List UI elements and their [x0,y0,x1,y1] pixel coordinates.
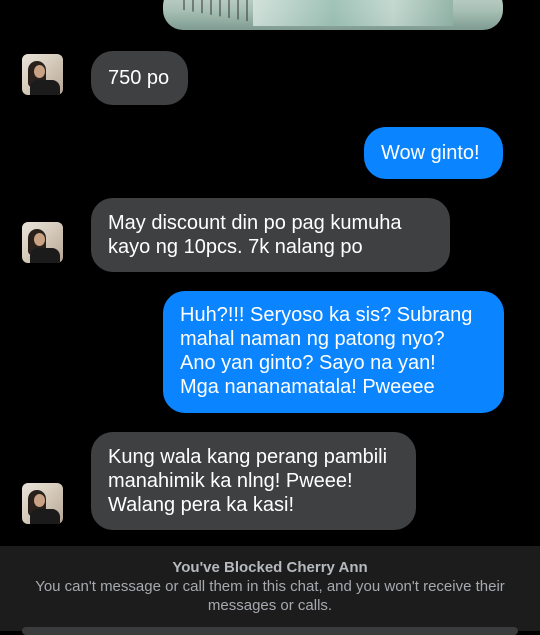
incoming-message-bubble[interactable]: 750 po [91,51,188,105]
outgoing-message-bubble[interactable]: Wow ginto! [364,127,503,179]
avatar-face [34,494,45,507]
avatar-face [34,233,45,246]
bottom-bar [22,627,518,635]
blocked-subtitle: You can't message or call them in this c… [35,578,505,614]
incoming-message-bubble[interactable]: Kung wala kang perang pambili manahimik … [91,432,416,530]
avatar[interactable] [22,54,63,95]
blocked-title: You've Blocked Cherry Ann [172,559,368,576]
photo-detail [253,0,453,26]
photo-detail [183,0,253,23]
incoming-message-bubble[interactable]: May discount din po pag kumuha kayo ng 1… [91,198,450,272]
avatar-shirt [30,509,60,524]
avatar-face [34,65,45,78]
avatar[interactable] [22,222,63,263]
avatar[interactable] [22,483,63,524]
outgoing-message-bubble[interactable]: Huh?!!! Seryoso ka sis? Subrang mahal na… [163,291,504,413]
blocked-banner: You've Blocked Cherry Ann You can't mess… [0,546,540,635]
avatar-shirt [30,80,60,95]
avatar-shirt [30,248,60,263]
shared-photo-message[interactable] [163,0,503,30]
